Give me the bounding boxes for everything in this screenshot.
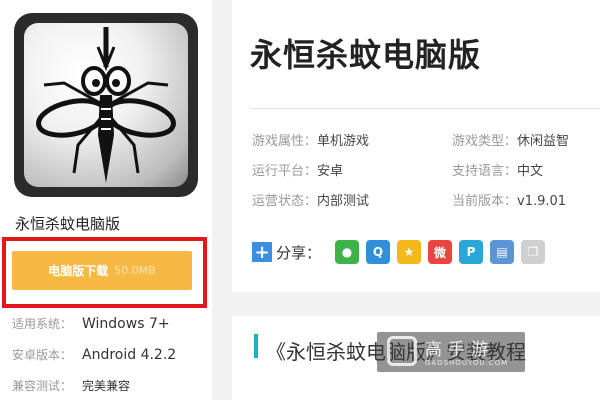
spec-key: 适用系统： (12, 317, 73, 331)
weibo-icon[interactable]: 微 (428, 240, 453, 264)
divider (250, 108, 600, 109)
download-label: 电脑版下载 (48, 264, 109, 278)
spec-key: 安卓版本： (12, 348, 73, 362)
attr-game-property: 游戏属性：单机游戏 (252, 134, 370, 149)
spec-value: Android 4.2.2 (82, 346, 177, 363)
game-detail-card: 永恒杀蚊电脑版 游戏属性：单机游戏 游戏类型：休闲益智 运行平台：安卓 支持语言… (232, 0, 600, 292)
attr-language: 支持语言：中文 (452, 164, 544, 179)
system-requirements: 适用系统： Windows 7+ 安卓版本： Android 4.2.2 兼容测… (12, 308, 176, 400)
game-info-sidebar: 永恒杀蚊电脑版 电脑版下载 50.0MB 适用系统： Windows 7+ 安卓… (0, 0, 212, 400)
tencent-weibo-icon[interactable]: P (459, 240, 484, 264)
attr-game-type: 游戏类型：休闲益智 (452, 134, 570, 149)
watermark-url: GAOSHOUYOU.COM (425, 359, 509, 367)
spec-value: 完美兼容 (82, 379, 131, 393)
share-label: 分享： (276, 243, 322, 262)
qzone-icon[interactable]: ★ (397, 240, 422, 264)
mosquito-app-icon[interactable] (14, 13, 198, 197)
spec-row-android: 安卓版本： Android 4.2.2 (12, 339, 176, 370)
attr-platform: 运行平台：安卓 (252, 164, 344, 179)
share-bar: + 分享： ● Q ★ 微 P ▤ ❐ (252, 240, 552, 264)
share-more-button[interactable]: + (252, 242, 272, 263)
wechat-icon[interactable]: ● (335, 240, 360, 264)
spec-value: Windows 7+ (82, 315, 170, 332)
heading-accent-bar (254, 334, 258, 358)
pc-download-button[interactable]: 电脑版下载 50.0MB (12, 251, 192, 290)
spec-row-compat: 兼容测试： 完美兼容 (12, 370, 176, 400)
attr-status: 运营状态：内部测试 (252, 194, 370, 209)
spec-key: 兼容测试： (12, 379, 73, 393)
spec-row-os: 适用系统： Windows 7+ (12, 308, 176, 339)
attr-version: 当前版本：v1.9.01 (452, 194, 567, 209)
copy-icon[interactable]: ❐ (521, 240, 546, 264)
mosquito-icon (36, 27, 176, 183)
download-size: 50.0MB (114, 264, 156, 277)
page-title: 永恒杀蚊电脑版 (250, 36, 482, 74)
app-name: 永恒杀蚊电脑版 (15, 215, 121, 233)
site-watermark: 高手游 GAOSHOUYOU.COM (377, 332, 525, 372)
watermark-text: 高手游 (425, 340, 494, 360)
watermark-logo-icon (387, 336, 417, 366)
qq-icon[interactable]: Q (366, 240, 391, 264)
print-icon[interactable]: ▤ (490, 240, 515, 264)
